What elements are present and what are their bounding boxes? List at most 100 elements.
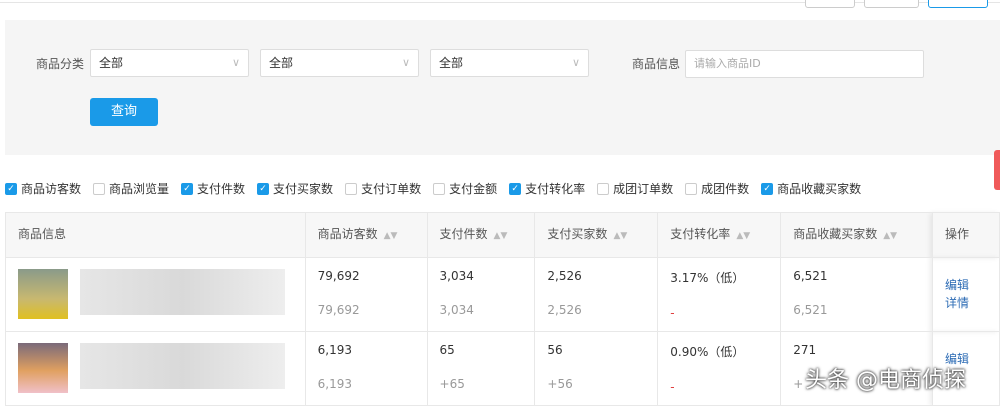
- column-toggle[interactable]: ✓ 支付转化率: [509, 180, 585, 197]
- category-label: 商品分类: [36, 57, 85, 71]
- header-label: 商品访客数: [317, 227, 378, 241]
- column-toggle[interactable]: ✓ 商品收藏买家数: [761, 180, 861, 197]
- header-label: 商品收藏买家数: [793, 227, 878, 241]
- checkbox[interactable]: ✓: [257, 182, 270, 195]
- metric-compare: 6,521: [793, 303, 828, 317]
- metric-value: 6,521: [793, 269, 828, 283]
- metric-value: 3,034: [439, 269, 474, 283]
- top-button-3[interactable]: [928, 0, 988, 8]
- metric-compare: -: [670, 306, 675, 320]
- checkbox[interactable]: [93, 182, 106, 195]
- select-value: 全部: [269, 56, 294, 70]
- metric-cell: 79,692 79,692: [304, 257, 428, 332]
- metric-cell: 3.17%（低） -: [657, 257, 782, 332]
- header-label: 商品信息: [18, 227, 67, 241]
- metric-cell: 3,034 3,034: [426, 257, 536, 332]
- checkbox[interactable]: [685, 182, 698, 195]
- metric-cell: 65 +65: [426, 331, 536, 406]
- filter-panel: [5, 20, 1000, 155]
- blurred-product-title: [80, 343, 285, 389]
- blurred-product-title: [80, 269, 285, 315]
- metric-cell: 56 +56: [534, 331, 659, 406]
- metric-compare: +65: [439, 377, 465, 391]
- checkbox-label: 支付订单数: [361, 182, 422, 196]
- metric-compare: 2,526: [547, 303, 582, 317]
- sort-icon[interactable]: ▲▼: [736, 231, 750, 241]
- column-toggle[interactable]: ✓ 商品访客数: [5, 180, 81, 197]
- column-header[interactable]: 商品访客数 ▲▼: [304, 212, 428, 258]
- metric-value: 2,526: [547, 269, 582, 283]
- checkbox[interactable]: [345, 182, 358, 195]
- checkbox[interactable]: ✓: [761, 182, 774, 195]
- column-toggles: ✓ 商品访客数 商品浏览量 ✓ 支付件数 ✓ 支付买家数 支付订单数 支付金额 ✓ 支付转化率 成团订…: [5, 180, 873, 197]
- column-header: 商品信息: [5, 212, 306, 258]
- checkbox-label: 商品浏览量: [109, 182, 170, 196]
- category-select-2[interactable]: 全部 ∨: [260, 49, 419, 77]
- product-id-input[interactable]: 请输入商品ID: [685, 50, 924, 78]
- column-header[interactable]: 支付件数 ▲▼: [426, 212, 536, 258]
- product-info-cell: [5, 331, 306, 406]
- checkbox[interactable]: ✓: [509, 182, 522, 195]
- metric-compare: 79,692: [317, 303, 360, 317]
- checkbox[interactable]: ✓: [5, 182, 17, 195]
- column-header: 操作: [932, 212, 1000, 258]
- category-select-1[interactable]: 全部 ∨: [90, 49, 249, 77]
- column-toggle[interactable]: ✓ 支付买家数: [257, 180, 333, 197]
- metric-value: 6,193: [317, 343, 352, 357]
- column-header[interactable]: 支付买家数 ▲▼: [534, 212, 659, 258]
- checkbox[interactable]: [597, 182, 610, 195]
- action-link[interactable]: 编辑: [945, 276, 987, 294]
- actions-cell: 编辑 详情: [932, 257, 1000, 332]
- category-select-3[interactable]: 全部 ∨: [430, 49, 589, 77]
- metric-value: 3.17%（低）: [670, 271, 745, 285]
- product-thumbnail: [18, 343, 68, 393]
- header-label: 操作: [945, 227, 970, 241]
- watermark: 头条 @电商侦探: [805, 368, 966, 393]
- checkbox[interactable]: [433, 182, 446, 195]
- column-toggle[interactable]: 商品浏览量: [93, 180, 169, 197]
- header-label: 支付件数: [439, 227, 488, 241]
- column-toggle[interactable]: 成团件数: [685, 180, 749, 197]
- action-link[interactable]: 详情: [945, 294, 987, 312]
- column-header[interactable]: 商品收藏买家数 ▲▼: [780, 212, 934, 258]
- column-toggle[interactable]: 成团订单数: [597, 180, 673, 197]
- metric-cell: 2,526 2,526: [534, 257, 659, 332]
- checkbox-label: 成团件数: [701, 182, 750, 196]
- checkbox[interactable]: ✓: [181, 182, 194, 195]
- metric-value: 0.90%（低）: [670, 345, 745, 359]
- metric-value: 65: [439, 343, 455, 357]
- metric-cell: 6,193 6,193: [304, 331, 428, 406]
- metric-value: 79,692: [317, 269, 360, 283]
- checkbox-label: 支付件数: [197, 182, 246, 196]
- metric-cell: 6,521 6,521: [780, 257, 934, 332]
- checkbox-label: 商品收藏买家数: [777, 182, 862, 196]
- column-toggle[interactable]: ✓ 支付件数: [181, 180, 245, 197]
- sort-icon[interactable]: ▲▼: [494, 231, 508, 241]
- column-header[interactable]: 支付转化率 ▲▼: [657, 212, 782, 258]
- header-label: 支付转化率: [670, 227, 731, 241]
- metric-compare: 6,193: [317, 377, 352, 391]
- metric-compare: 3,034: [439, 303, 474, 317]
- metric-value: 271: [793, 343, 817, 357]
- checkbox-label: 成团订单数: [613, 182, 674, 196]
- select-value: 全部: [439, 56, 464, 70]
- column-toggle[interactable]: 支付金额: [433, 180, 497, 197]
- checkbox-label: 商品访客数: [21, 182, 82, 196]
- info-label: 商品信息: [632, 57, 681, 71]
- metric-compare: -: [670, 380, 675, 394]
- checkbox-label: 支付金额: [449, 182, 498, 196]
- top-button-2[interactable]: [864, 0, 919, 8]
- query-button[interactable]: 查询: [90, 98, 158, 126]
- header-label: 支付买家数: [547, 227, 608, 241]
- sort-icon[interactable]: ▲▼: [613, 231, 627, 241]
- sort-icon[interactable]: ▲▼: [883, 231, 897, 241]
- metric-compare: +56: [547, 377, 573, 391]
- product-info-cell: [5, 257, 306, 332]
- top-button-1[interactable]: [805, 0, 855, 8]
- metric-cell: 0.90%（低） -: [657, 331, 782, 406]
- sort-icon[interactable]: ▲▼: [384, 231, 398, 241]
- side-tab[interactable]: [994, 150, 1000, 190]
- checkbox-label: 支付买家数: [273, 182, 334, 196]
- column-toggle[interactable]: 支付订单数: [345, 180, 421, 197]
- metric-value: 56: [547, 343, 563, 357]
